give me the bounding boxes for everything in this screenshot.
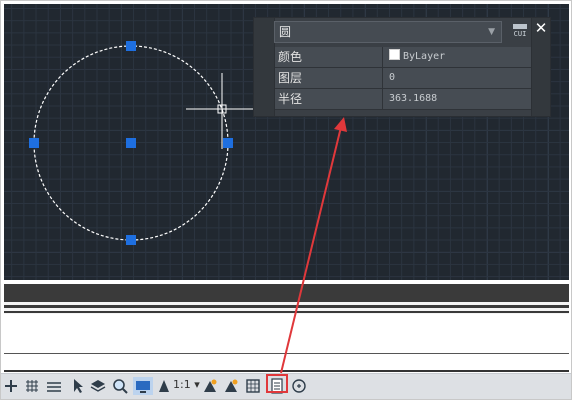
- selection-icon[interactable]: [71, 377, 85, 395]
- object-type-select[interactable]: 圆 ▼: [274, 21, 502, 43]
- color-swatch: [389, 49, 400, 60]
- lineweight-icon[interactable]: [45, 377, 63, 395]
- property-row-radius[interactable]: 半径 363.1688: [275, 89, 531, 110]
- property-key: 颜色: [275, 47, 383, 67]
- command-line-area[interactable]: [4, 315, 569, 372]
- chevron-down-icon: ▼: [488, 27, 495, 37]
- clean-screen-icon[interactable]: [291, 377, 307, 395]
- layout-tabs-bar[interactable]: [4, 284, 569, 302]
- property-value[interactable]: ByLayer: [385, 47, 531, 67]
- annotation-scale-dropdown[interactable]: 1:1 ▾: [173, 378, 200, 391]
- property-value[interactable]: 363.1688: [385, 89, 531, 109]
- cui-icon-label: CUI: [513, 30, 527, 38]
- grip-top[interactable]: [126, 41, 136, 51]
- cui-icon[interactable]: CUI: [512, 24, 528, 40]
- isolate-icon[interactable]: [245, 377, 261, 395]
- palette-titlebar[interactable]: ✕: [531, 18, 550, 116]
- crosshair-cursor: [186, 73, 256, 149]
- property-row-layer[interactable]: 图层 0: [275, 68, 531, 89]
- annotation-visibility-icon[interactable]: [202, 377, 218, 395]
- close-icon[interactable]: ✕: [532, 19, 550, 37]
- properties-palette: 圆 ▼ CUI ✕ 颜色 ByLayer 图层 0 半径 363.1688: [253, 17, 551, 117]
- property-key: 半径: [275, 89, 383, 109]
- cui-icon-window: [513, 24, 527, 29]
- application-window: 圆 ▼ CUI ✕ 颜色 ByLayer 图层 0 半径 363.1688 1:…: [0, 0, 572, 400]
- grip-bottom[interactable]: [126, 235, 136, 245]
- separator-line: [4, 311, 569, 313]
- separator-line: [4, 305, 569, 308]
- property-value-text: ByLayer: [403, 51, 446, 62]
- palette-grip[interactable]: [254, 18, 275, 116]
- property-row-color[interactable]: 颜色 ByLayer: [275, 47, 531, 68]
- snap-icon[interactable]: [3, 377, 19, 395]
- highlight-box: [266, 374, 288, 393]
- zoom-icon[interactable]: [111, 377, 129, 395]
- object-type-value: 圆: [279, 25, 292, 39]
- grip-right[interactable]: [223, 138, 233, 148]
- divider: [4, 353, 569, 354]
- property-key: 图层: [275, 68, 383, 88]
- properties-table: 颜色 ByLayer 图层 0 半径 363.1688: [275, 47, 531, 110]
- grid-icon[interactable]: [23, 377, 41, 395]
- layout-tab-band: [4, 284, 569, 314]
- grip-left[interactable]: [29, 138, 39, 148]
- grip-center[interactable]: [126, 138, 136, 148]
- autoscale-icon[interactable]: [223, 377, 239, 395]
- divider: [4, 370, 569, 372]
- monitor-icon[interactable]: [133, 377, 153, 395]
- layers-icon[interactable]: [89, 377, 107, 395]
- annotation-scale-value: 1:1: [173, 378, 191, 391]
- annotation-scale-icon[interactable]: [157, 377, 171, 395]
- property-value[interactable]: 0: [385, 68, 531, 88]
